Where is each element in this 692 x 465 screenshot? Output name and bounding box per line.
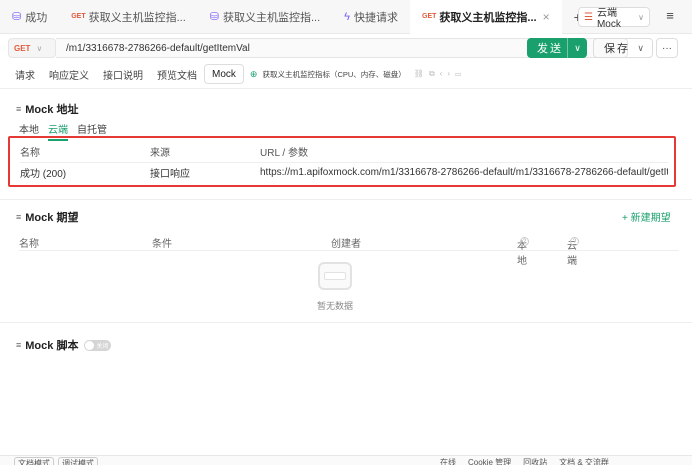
tab-success[interactable]: ⛁ 成功 <box>0 0 59 34</box>
cookie-manager[interactable]: Cookie 管理 <box>468 457 511 465</box>
table-header: 名称 来源 URL / 参数 <box>20 143 668 159</box>
mock-address-title: ≡ Mock 地址 <box>16 101 78 117</box>
send-options-chevron-icon[interactable]: ∨ <box>567 38 587 58</box>
column-header-name: 名称 <box>19 239 39 250</box>
tab-request[interactable]: 请求 <box>8 64 42 84</box>
method-select[interactable]: GET ∨ <box>8 38 56 58</box>
doc-mode-button[interactable]: 文档模式 <box>14 457 54 465</box>
tab-response-definition[interactable]: 响应定义 <box>42 64 96 84</box>
empty-box-icon <box>318 262 352 290</box>
environment-label: 云端 Mock <box>596 8 621 30</box>
chevron-down-icon: ∨ <box>637 42 646 53</box>
column-header-url: URL / 参数 <box>260 147 308 159</box>
recycle-bin[interactable]: 回收站 <box>523 457 547 465</box>
row-url[interactable]: https://m1.apifoxmock.com/m1/3316678-278… <box>260 167 668 178</box>
mock-icon: ⛁ <box>209 11 219 23</box>
tab-quick-request[interactable]: ϟ 快捷请求 <box>332 0 410 34</box>
section-icon: ≡ <box>16 340 22 350</box>
mock-address-title-text: Mock 地址 <box>25 104 79 116</box>
mock-script-title: ≡ Mock 脚本 关闭 <box>16 337 112 353</box>
empty-state: 暂无数据 <box>310 262 360 312</box>
more-options-button[interactable]: ··· <box>656 38 678 58</box>
lightning-icon: ϟ <box>344 10 350 23</box>
tab-label: 成功 <box>25 11 48 24</box>
column-header-creator: 创建者 <box>331 239 361 250</box>
method-label: GET <box>14 43 31 53</box>
toggle-knob <box>85 340 95 350</box>
close-icon[interactable]: × <box>543 10 550 24</box>
mock-address-table: 名称 来源 URL / 参数 成功 (200) 接口响应 https://m1.… <box>8 136 676 187</box>
divider <box>0 322 692 323</box>
section-icon: ≡ <box>16 104 22 114</box>
docs-community[interactable]: 文档 & 交流群 <box>559 457 609 465</box>
mock-expect-title: ≡ Mock 期望 <box>16 209 78 225</box>
tab-label: 快捷请求 <box>354 11 398 24</box>
chevron-down-icon: ∨ <box>638 12 644 22</box>
environment-select[interactable]: ☰ 云端 Mock ∨ <box>578 7 650 30</box>
divider <box>0 88 692 89</box>
mock-script-title-text: Mock 脚本 <box>25 340 79 352</box>
section-icon: ≡ <box>16 212 22 222</box>
expect-table-header: 名称 条件 创建者 本地? 云端? <box>19 233 679 267</box>
request-subtabs: 请求 响应定义 接口说明 预览文档 Mock ⊕ 获取义主机监控指标（CPU、内… <box>8 64 466 84</box>
save-label: 保存 <box>604 43 630 55</box>
script-toggle[interactable]: 关闭 <box>84 339 112 351</box>
debug-mode-button[interactable]: 调试模式 <box>58 457 98 465</box>
tab-method: GET <box>422 13 437 20</box>
tab-label: 获取义主机监控指... <box>223 11 321 24</box>
tab-get-item-1[interactable]: GET 获取义主机监控指... <box>59 0 198 34</box>
mock-api-title: 获取义主机监控指标（CPU、内存、磁盘） <box>262 69 406 79</box>
tab-label: 获取义主机监控指... <box>88 11 186 24</box>
tab-get-item-2[interactable]: ⛁ 获取义主机监控指... <box>198 0 332 34</box>
divider <box>0 199 692 200</box>
column-header-name: 名称 <box>20 147 40 159</box>
help-icon[interactable]: ? <box>520 237 529 246</box>
list-icon: ☰ <box>584 11 593 23</box>
table-row[interactable]: 成功 (200) 接口响应 https://m1.apifoxmock.com/… <box>20 162 668 182</box>
online-status[interactable]: 在线 <box>440 457 456 465</box>
column-header-condition: 条件 <box>152 239 172 250</box>
new-expectation-button[interactable]: + 新建期望 <box>622 209 671 224</box>
chevron-down-icon: ∨ <box>36 43 43 53</box>
send-label: 发送 <box>537 43 563 55</box>
mock-icon: ⛁ <box>12 11 22 23</box>
row-name: 成功 (200) <box>20 169 67 180</box>
tab-mock[interactable]: Mock <box>204 64 244 84</box>
status-bar: 文档模式 调试模式 在线 Cookie 管理 回收站 文档 & 交流群 <box>0 455 692 465</box>
tab-label: 获取义主机监控指... <box>439 11 537 24</box>
row-source: 接口响应 <box>150 169 190 180</box>
toggle-label: 关闭 <box>96 343 109 350</box>
tab-method: GET <box>71 13 86 20</box>
tab-api-description[interactable]: 接口说明 <box>96 64 150 84</box>
help-icon[interactable]: ? <box>570 237 579 246</box>
tab-get-item-active[interactable]: GET 获取义主机监控指... × <box>410 0 562 34</box>
mock-meta: ⊕ 获取义主机监控指标（CPU、内存、磁盘） ⛓⧉‹›▭ <box>250 69 466 80</box>
menu-icon[interactable]: ≡ <box>661 8 679 26</box>
globe-icon: ⊕ <box>249 68 258 79</box>
column-header-source: 来源 <box>150 147 170 159</box>
tab-preview-doc[interactable]: 预览文档 <box>150 64 204 84</box>
mock-expect-title-text: Mock 期望 <box>25 212 79 224</box>
toolbar-icons[interactable]: ⛓⧉‹›▭ <box>414 69 466 79</box>
save-button[interactable]: 保存 ∨ <box>593 38 653 58</box>
empty-text: 暂无数据 <box>316 301 353 311</box>
